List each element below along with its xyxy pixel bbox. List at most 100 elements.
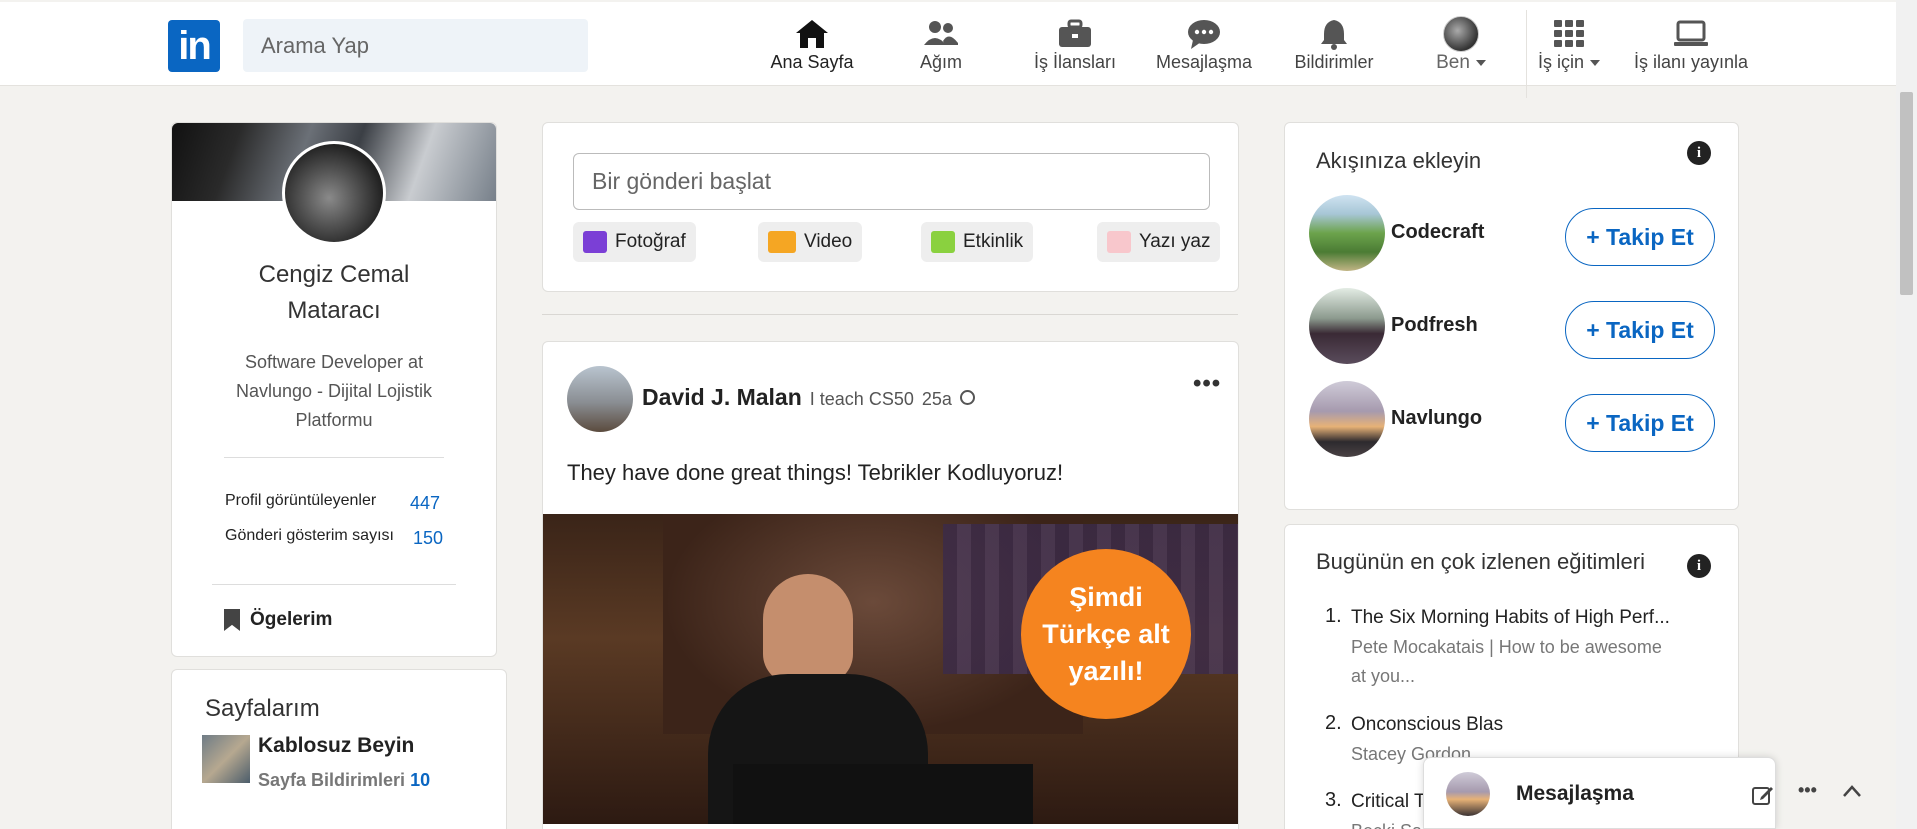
more-options-icon[interactable]: ••• [1798,780,1817,801]
bell-icon [1288,16,1380,52]
page-notifications[interactable]: Sayfa Bildirimleri 10 [258,770,430,791]
post-header: David J. Malan I teach CS50 25a [642,384,975,411]
linkedin-logo[interactable]: in [168,20,220,72]
chevron-down-icon [1475,59,1486,66]
page-notifications-count: 10 [410,770,431,790]
post-impressions-value[interactable]: 150 [413,528,443,549]
info-icon[interactable]: i [1687,554,1711,578]
nav-messaging[interactable]: Mesajlaşma [1152,16,1256,78]
messaging-label: Mesajlaşma [1516,782,1634,805]
suggestion-name[interactable]: Navlungo [1391,407,1482,430]
presenter-head [763,574,853,684]
messaging-overlay[interactable]: Mesajlaşma ••• [1423,757,1861,829]
nav-network[interactable]: Ağım [904,16,978,78]
my-pages-card: Sayfalarım Kablosuz Beyin Sayfa Bildirim… [171,669,507,829]
follow-button[interactable]: + Takip Et [1565,394,1715,452]
top-navigation-bar: in Ana Sayfa Ağım İş İlansları Mesajlaşm… [0,2,1896,98]
scrollbar-thumb[interactable] [1900,92,1913,295]
nav-post-job[interactable]: İş ilanı yayınla [1632,16,1750,78]
nav-network-label: Ağım [919,52,962,72]
podfresh-avatar[interactable] [1309,288,1385,364]
chevron-up-icon[interactable] [1842,784,1862,803]
codecraft-avatar[interactable] [1309,195,1385,271]
article-icon [1107,231,1131,253]
grid-icon [1534,16,1604,52]
nav-home[interactable]: Ana Sayfa [768,16,856,78]
calendar-icon [931,231,955,253]
post-author-headline: I teach CS50 [809,389,914,409]
profile-avatar[interactable] [282,141,386,245]
avatar [1443,16,1479,52]
nav-jobs[interactable]: İş İlansları [1024,16,1126,78]
avatar [1446,772,1490,816]
profile-divider-2 [212,584,456,585]
follow-button[interactable]: + Takip Et [1565,208,1715,266]
post-image[interactable]: Şimdi Türkçe alt yazılı! [543,514,1238,824]
courses-title: Bugünün en çok izlenen eğitimleri [1316,549,1645,574]
profile-name[interactable]: Cengiz Cemal Mataracı [172,257,496,329]
course-number: 2. [1325,712,1342,734]
me-avatar-wrap [1426,16,1496,52]
video-button[interactable]: Video [758,222,863,262]
nav-notifications-label: Bildirimler [1294,52,1374,72]
suggestions-title: Akışınıza ekleyin [1316,148,1482,173]
laptop-icon [1632,16,1750,52]
post-text: They have done great things! Tebrikler K… [567,460,1064,485]
info-icon[interactable]: i [1687,141,1711,165]
chevron-down-icon [1590,60,1600,67]
profile-divider [224,457,444,458]
message-icon [1152,16,1256,52]
course-number: 1. [1325,605,1342,627]
home-icon [768,16,856,52]
compose-icon[interactable] [1752,784,1774,811]
globe-icon [959,390,975,405]
course-number: 3. [1325,789,1342,811]
nav-divider [1526,10,1527,98]
suggestion-name[interactable]: Codecraft [1391,221,1484,244]
navlungo-avatar[interactable] [1309,381,1385,457]
page-scrollbar[interactable] [1896,0,1917,829]
author-avatar[interactable] [567,366,633,432]
nav-home-label: Ana Sayfa [770,52,854,72]
page-logo[interactable] [202,735,250,783]
suggestion-name[interactable]: Podfresh [1391,314,1478,337]
course-title[interactable]: The Six Morning Habits of High Perf... [1351,607,1670,629]
page-notifications-label: Sayfa Bildirimleri [258,770,406,790]
course-title[interactable]: Onconscious Blas [1351,714,1503,736]
my-pages-title: Sayfalarım [205,695,320,722]
subtitle-badge: Şimdi Türkçe alt yazılı! [1021,549,1191,719]
profile-headline: Software Developer at Navlungo - Dijital… [235,352,433,430]
nav-messaging-label: Mesajlaşma [1155,52,1253,72]
nav-for-business[interactable]: İş için [1534,16,1604,78]
feed-divider [542,314,1238,315]
event-button[interactable]: Etkinlik [921,222,1034,262]
feed-suggestions-card: Akışınıza ekleyin i Codecraft + Takip Et… [1284,122,1739,510]
feed-post: David J. Malan I teach CS50 25a ••• They… [542,341,1239,829]
article-label: Yazı yaz [1139,231,1211,252]
post-author[interactable]: David J. Malan [642,384,802,411]
post-time: 25a [921,389,952,409]
network-icon [904,16,978,52]
profile-card: Cengiz Cemal Mataracı Software Developer… [171,122,497,657]
follow-button[interactable]: + Takip Et [1565,301,1715,359]
start-post-input[interactable] [573,153,1210,210]
nav-me[interactable]: Ben [1426,16,1496,78]
write-article-button[interactable]: Yazı yaz [1097,222,1221,262]
video-label: Video [804,231,853,252]
photo-button[interactable]: Fotoğraf [573,222,696,262]
course-title[interactable]: Critical T [1351,791,1426,813]
bulb-rack [733,764,1033,824]
profile-views-value[interactable]: 447 [410,493,440,514]
nav-business-label-wrap: İş için [1534,52,1604,73]
nav-me-label-wrap: Ben [1426,52,1496,74]
post-impressions-label[interactable]: Gönderi gösterim sayısı [225,527,394,545]
search-input[interactable] [243,19,588,72]
course-subtitle: Pete Mocakatais | How to be awesome at y… [1351,637,1662,686]
briefcase-icon [1024,16,1126,52]
my-items-link[interactable]: Ögelerim [224,609,332,631]
profile-views-label[interactable]: Profil görüntüleyenler [225,492,376,510]
nav-notifications[interactable]: Bildirimler [1288,16,1380,78]
page-name[interactable]: Kablosuz Beyin [258,734,414,758]
post-more-button[interactable]: ••• [1193,370,1221,398]
nav-post-job-label: İş ilanı yayınla [1633,52,1749,72]
